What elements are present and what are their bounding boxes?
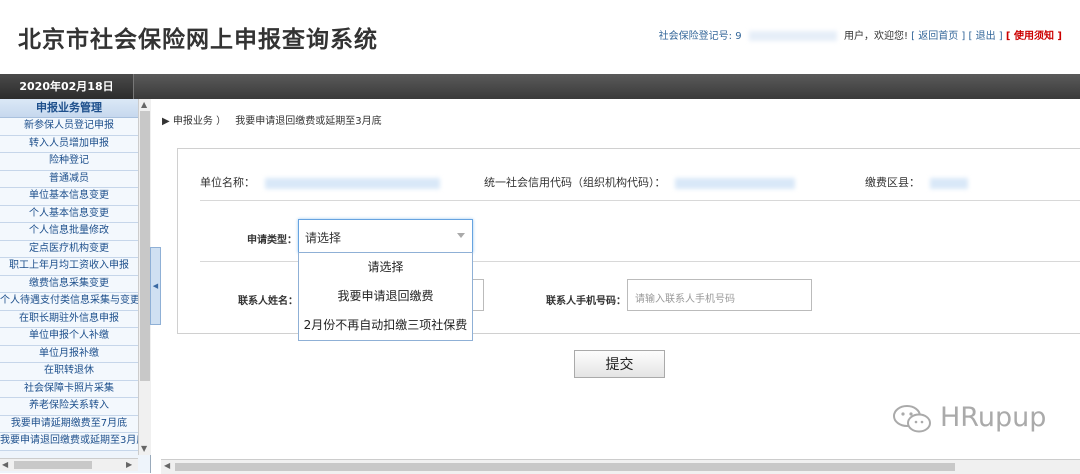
current-date: 2020年02月18日 [0,74,134,99]
reg-value-redacted [748,31,837,41]
sidebar-item-defer-july[interactable]: 我要申请延期缴费至7月底 [0,415,138,433]
contact-phone-label: 联系人手机号码： [546,296,626,307]
sidebar-item-batch-edit[interactable]: 个人信息批量修改 [0,223,138,241]
contact-name-label: 联系人姓名： [238,296,298,307]
chevron-down-icon [457,233,465,238]
dropdown-option[interactable]: 2月份不再自动扣缴三项社保费 [299,311,472,340]
reg-label: 社会保险登记号: [658,31,733,42]
breadcrumb-root[interactable]: 申报业务 ） [173,116,226,127]
breadcrumb-arrow-icon: ▶ [162,116,170,127]
collapse-arrow-icon: ◀ [152,282,159,290]
contact-phone-input[interactable]: 请输入联系人手机号码 [627,279,812,311]
credit-code-row: 统一社会信用代码（组织机构代码）： [484,174,795,190]
sidebar-item-card-photo[interactable]: 社会保障卡照片采集 [0,380,138,398]
dropdown-option[interactable]: 我要申请退回缴费 [299,282,472,311]
apply-type-select[interactable]: 请选择 [298,219,473,253]
credit-code-label: 统一社会信用代码（组织机构代码）： [484,176,666,189]
sidebar-item-retire[interactable]: 在职转退休 [0,363,138,381]
area-value-redacted [929,177,968,189]
dropdown-option[interactable]: 请选择 [299,253,472,282]
sidebar-item-monthly-backpay[interactable]: 单位月报补缴 [0,345,138,363]
sidebar-item-overseas[interactable]: 在职长期驻外信息申报 [0,310,138,328]
scroll-up-icon[interactable]: ▲ [141,100,147,109]
sidebar-horizontal-scrollbar[interactable]: ◀ ▶ [0,458,138,471]
scroll-down-icon[interactable]: ▼ [141,444,147,453]
scroll-left-icon[interactable]: ◀ [164,461,170,470]
watermark-text: HRupup [940,402,1047,433]
home-link[interactable]: [ 返回首页 ] [911,31,965,42]
sidebar-item-unit-info-change[interactable]: 单位基本信息变更 [0,188,138,206]
main-horizontal-scrollbar[interactable]: ◀ [161,459,1080,474]
form-divider [200,200,1080,201]
scroll-right-icon[interactable]: ▶ [126,460,132,469]
welcome-text: 用户，欢迎您! [843,31,908,42]
main-hscroll-thumb[interactable] [175,463,955,471]
apply-type-label: 申请类型： [247,235,297,246]
sidebar-item-salary-declare[interactable]: 职工上年月均工资收入申报 [0,258,138,276]
top-bar: 2020年02月18日 [0,74,1080,99]
sidebar-item-personal-info-change[interactable]: 个人基本信息变更 [0,205,138,223]
area-label: 缴费区县： [865,176,920,189]
unit-name-value-redacted [264,177,440,189]
sidebar-item-transfer-in-add[interactable]: 转入人员增加申报 [0,135,138,153]
watermark: HRupup [892,402,1046,435]
sidebar-item-reduce[interactable]: 普通减员 [0,170,138,188]
wechat-icon [893,404,931,432]
unit-name-row: 单位名称： [200,174,440,190]
apply-type-dropdown: 请选择 我要申请退回缴费 2月份不再自动扣缴三项社保费 [298,252,473,341]
area-row: 缴费区县： [865,174,968,190]
scroll-left-icon[interactable]: ◀ [2,460,8,469]
usage-notice-link[interactable]: [ 使用须知 ] [1006,31,1062,42]
credit-code-value-redacted [675,177,795,189]
breadcrumb-current: 我要申请退回缴费或延期至3月底 [235,116,382,127]
sidebar-scroll-thumb[interactable] [140,111,150,381]
sidebar-item-benefit-info[interactable]: 个人待遇支付类信息采集与变更 [0,293,138,311]
sidebar-item-medical-change[interactable]: 定点医疗机构变更 [0,240,138,258]
sidebar-collapse-toggle[interactable]: ◀ [150,247,161,325]
contact-phone-placeholder: 请输入联系人手机号码 [635,294,735,305]
breadcrumb: ▶ 申报业务 ） 我要申请退回缴费或延期至3月底 [162,112,382,127]
unit-name-label: 单位名称： [200,176,255,189]
user-bar: 社会保险登记号: 9 用户，欢迎您! [ 返回首页 ] [ 退出 ] [ 使用须… [659,27,1062,42]
sidebar-item-insurance-register[interactable]: 险种登记 [0,153,138,171]
reg-value: 9 [735,31,742,42]
sidebar-item-payment-info[interactable]: 缴费信息采集变更 [0,275,138,293]
sidebar-title[interactable]: 申报业务管理 [0,99,138,118]
header: 北京市社会保险网上申报查询系统 社会保险登记号: 9 用户，欢迎您! [ 返回首… [0,0,1080,74]
submit-button[interactable]: 提交 [574,350,665,378]
sidebar-hscroll-thumb[interactable] [14,461,92,469]
site-title: 北京市社会保险网上申报查询系统 [18,27,378,53]
apply-type-value: 请选择 [305,231,342,245]
sidebar-item-pension-transfer[interactable]: 养老保险关系转入 [0,398,138,416]
sidebar-item-personal-backpay[interactable]: 单位申报个人补缴 [0,328,138,346]
sidebar: 申报业务管理 新参保人员登记申报 转入人员增加申报 险种登记 普通减员 单位基本… [0,99,151,473]
sidebar-menu: 申报业务管理 新参保人员登记申报 转入人员增加申报 险种登记 普通减员 单位基本… [0,99,138,458]
sidebar-item-new-insured[interactable]: 新参保人员登记申报 [0,118,138,136]
logout-link[interactable]: [ 退出 ] [969,31,1003,42]
sidebar-item-refund-or-defer[interactable]: 我要申请退回缴费或延期至3月底 [0,433,138,451]
